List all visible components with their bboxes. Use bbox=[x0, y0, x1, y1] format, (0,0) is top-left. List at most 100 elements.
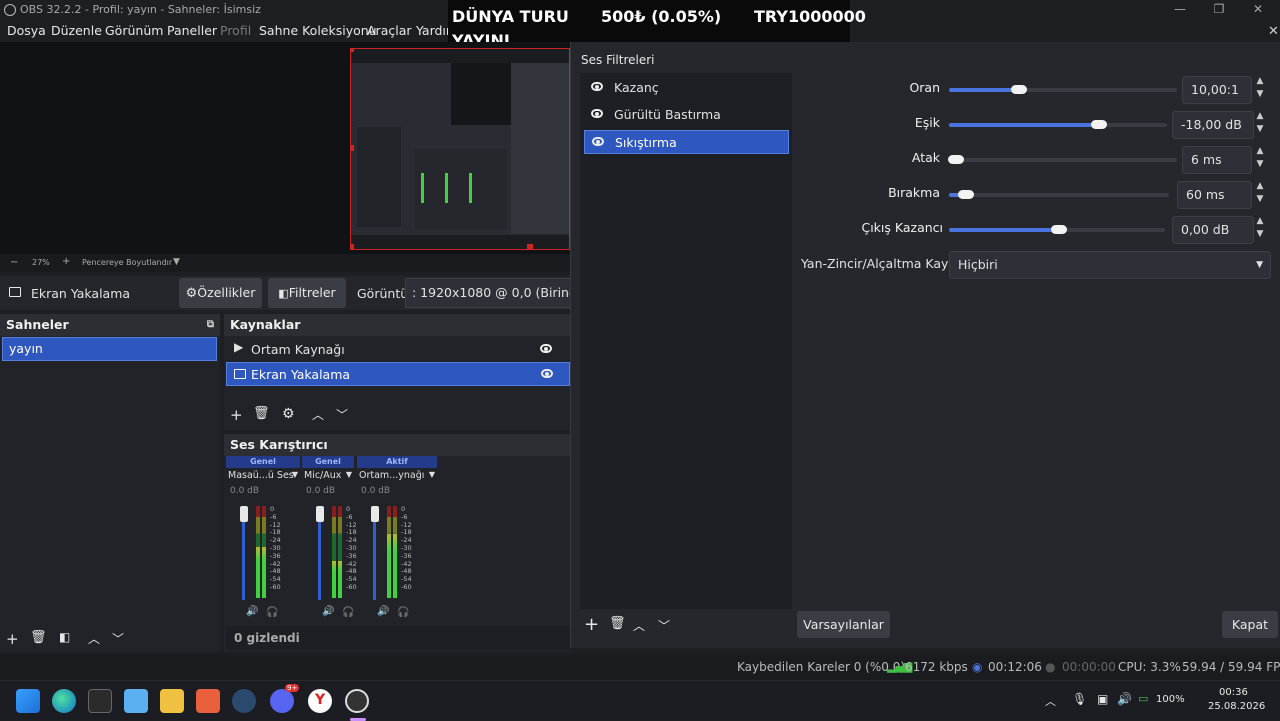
move-down-icon[interactable]: ﹀ bbox=[658, 617, 670, 634]
close-button[interactable]: Kapat bbox=[1222, 611, 1278, 638]
channel-name-select[interactable]: Ortam...ynağı ▼ bbox=[357, 470, 437, 481]
param-slider-knob[interactable] bbox=[958, 190, 974, 199]
undock-icon[interactable]: ⧉ bbox=[207, 314, 214, 336]
visibility-eye-icon[interactable] bbox=[540, 344, 552, 353]
param-spinbox[interactable]: 0,00 dB bbox=[1172, 216, 1254, 244]
move-down-icon[interactable]: ﹀ bbox=[336, 406, 348, 423]
speaker-icon[interactable]: 🔊 bbox=[322, 606, 334, 617]
volume-icon[interactable]: 🔊 bbox=[1117, 692, 1132, 706]
volume-fader-knob[interactable] bbox=[371, 506, 379, 522]
param-spinbox[interactable]: 60 ms bbox=[1177, 181, 1252, 209]
source-settings-icon[interactable]: ⚙ bbox=[282, 406, 295, 422]
spin-up-icon[interactable]: ▲ bbox=[1253, 110, 1267, 123]
defaults-button[interactable]: Varsayılanlar bbox=[797, 611, 890, 638]
param-slider-knob[interactable] bbox=[1051, 225, 1067, 234]
spin-down-icon[interactable]: ▼ bbox=[1253, 123, 1267, 136]
spin-down-icon[interactable]: ▼ bbox=[1253, 228, 1267, 241]
headphones-icon[interactable]: 🎧 bbox=[266, 607, 278, 618]
edge-browser-icon[interactable] bbox=[52, 689, 76, 713]
volume-fader-knob[interactable] bbox=[316, 506, 324, 522]
chevron-down-icon[interactable]: ▼ bbox=[173, 257, 180, 267]
spin-down-icon[interactable]: ▼ bbox=[1253, 88, 1267, 101]
app-icon[interactable] bbox=[196, 689, 220, 713]
scene-item[interactable]: yayın bbox=[2, 337, 217, 361]
move-down-icon[interactable]: ﹀ bbox=[112, 630, 124, 647]
speaker-icon[interactable]: 🔊 bbox=[246, 606, 258, 617]
param-slider-track[interactable] bbox=[949, 88, 1177, 92]
volume-fader-knob[interactable] bbox=[240, 506, 248, 522]
menu-sahne-koleksiyonu[interactable]: Sahne Koleksiyonu bbox=[259, 23, 377, 38]
visibility-eye-icon[interactable] bbox=[591, 82, 603, 91]
obs-studio-icon[interactable] bbox=[345, 689, 369, 713]
param-slider-track[interactable] bbox=[949, 123, 1167, 127]
spin-up-icon[interactable]: ▲ bbox=[1253, 215, 1267, 228]
terminal-icon[interactable] bbox=[88, 689, 112, 713]
maximize-icon[interactable]: ❐ bbox=[1209, 2, 1229, 16]
spin-up-icon[interactable]: ▲ bbox=[1253, 180, 1267, 193]
spin-up-icon[interactable]: ▲ bbox=[1253, 145, 1267, 158]
param-slider-track[interactable] bbox=[949, 193, 1169, 197]
filter-item-gurultu[interactable]: Gürültü Bastırma bbox=[584, 103, 789, 127]
add-filter-icon[interactable]: + bbox=[584, 614, 599, 635]
spin-up-icon[interactable]: ▲ bbox=[1253, 75, 1267, 88]
filter-item-sikistirma[interactable]: Sıkıştırma bbox=[584, 130, 789, 154]
battery-icon[interactable]: ▭ bbox=[1138, 692, 1148, 705]
remove-filter-icon[interactable]: 🗑 bbox=[609, 616, 626, 631]
tray-overflow-icon[interactable]: ︿ bbox=[1045, 693, 1056, 709]
param-slider-knob[interactable] bbox=[1011, 85, 1027, 94]
menu-paneller[interactable]: Paneller bbox=[167, 23, 217, 38]
notepad-icon[interactable] bbox=[124, 689, 148, 713]
minimize-icon[interactable]: — bbox=[1170, 2, 1190, 16]
channel-name-select[interactable]: Mic/Aux ▼ bbox=[302, 470, 354, 481]
visibility-eye-icon[interactable] bbox=[591, 109, 603, 118]
zoom-in-icon[interactable]: + bbox=[62, 256, 70, 267]
remove-scene-icon[interactable]: 🗑 bbox=[30, 630, 47, 645]
volume-fader-track[interactable] bbox=[242, 510, 245, 600]
speaker-icon[interactable]: 🔊 bbox=[377, 606, 389, 617]
file-explorer-icon[interactable] bbox=[160, 689, 184, 713]
spin-down-icon[interactable]: ▼ bbox=[1253, 158, 1267, 171]
param-spinbox[interactable]: 10,00:1 bbox=[1182, 76, 1252, 104]
menu-dosya[interactable]: Dosya bbox=[7, 23, 46, 38]
fit-window-label[interactable]: Pencereye Boyutlandır bbox=[82, 258, 172, 267]
preview-screen-capture[interactable] bbox=[350, 48, 570, 250]
menu-duzenle[interactable]: Düzenle bbox=[51, 23, 102, 38]
remove-source-icon[interactable]: 🗑 bbox=[253, 406, 270, 421]
menu-araclar[interactable]: Araçlar bbox=[367, 23, 412, 38]
move-up-icon[interactable]: ︿ bbox=[88, 630, 100, 647]
headphones-icon[interactable]: 🎧 bbox=[397, 607, 409, 618]
volume-fader-track[interactable] bbox=[373, 510, 376, 600]
dialog-close-icon[interactable]: ✕ bbox=[1268, 24, 1279, 39]
add-scene-icon[interactable]: + bbox=[6, 630, 19, 648]
channel-name-select[interactable]: Masaü...ü Ses ▼ bbox=[226, 470, 300, 481]
sidechain-select[interactable]: Hiçbiri ▼ bbox=[949, 251, 1271, 279]
param-spinbox[interactable]: -18,00 dB bbox=[1172, 111, 1254, 139]
visibility-eye-icon[interactable] bbox=[592, 137, 604, 146]
clock-time[interactable]: 00:36 bbox=[1219, 687, 1248, 698]
menu-gorunum[interactable]: Görünüm bbox=[105, 23, 163, 38]
move-up-icon[interactable]: ︿ bbox=[312, 406, 324, 423]
param-slider-track[interactable] bbox=[949, 158, 1177, 162]
display-select[interactable]: : 1920x1080 @ 0,0 (Birincil Ekran) bbox=[405, 278, 570, 308]
microphone-icon[interactable]: 🎙 bbox=[1072, 692, 1087, 706]
properties-button[interactable]: ⚙Özellikler bbox=[179, 278, 262, 308]
param-slider-knob[interactable] bbox=[1091, 120, 1107, 129]
scene-filters-icon[interactable]: ◧ bbox=[59, 630, 70, 644]
clock-date[interactable]: 25.08.2026 bbox=[1208, 701, 1265, 712]
discord-icon[interactable]: 9+ bbox=[270, 684, 300, 713]
steam-icon[interactable] bbox=[232, 689, 256, 713]
source-item-selected[interactable]: Ekran Yakalama bbox=[226, 362, 570, 386]
visibility-eye-icon[interactable] bbox=[541, 369, 553, 378]
param-slider-knob[interactable] bbox=[948, 155, 964, 164]
yandex-browser-icon[interactable]: Y bbox=[308, 689, 332, 713]
spin-down-icon[interactable]: ▼ bbox=[1253, 193, 1267, 206]
windows-start-icon[interactable] bbox=[16, 689, 40, 713]
param-spinbox[interactable]: 6 ms bbox=[1182, 146, 1252, 174]
add-source-icon[interactable]: + bbox=[230, 406, 243, 424]
filter-item-kazanc[interactable]: Kazanç bbox=[584, 76, 789, 100]
menu-profil[interactable]: Profil bbox=[220, 23, 251, 38]
headphones-icon[interactable]: 🎧 bbox=[342, 607, 354, 618]
filters-button[interactable]: ◧Filtreler bbox=[268, 278, 346, 308]
move-up-icon[interactable]: ︿ bbox=[633, 617, 645, 634]
close-window-icon[interactable]: ✕ bbox=[1248, 2, 1268, 16]
